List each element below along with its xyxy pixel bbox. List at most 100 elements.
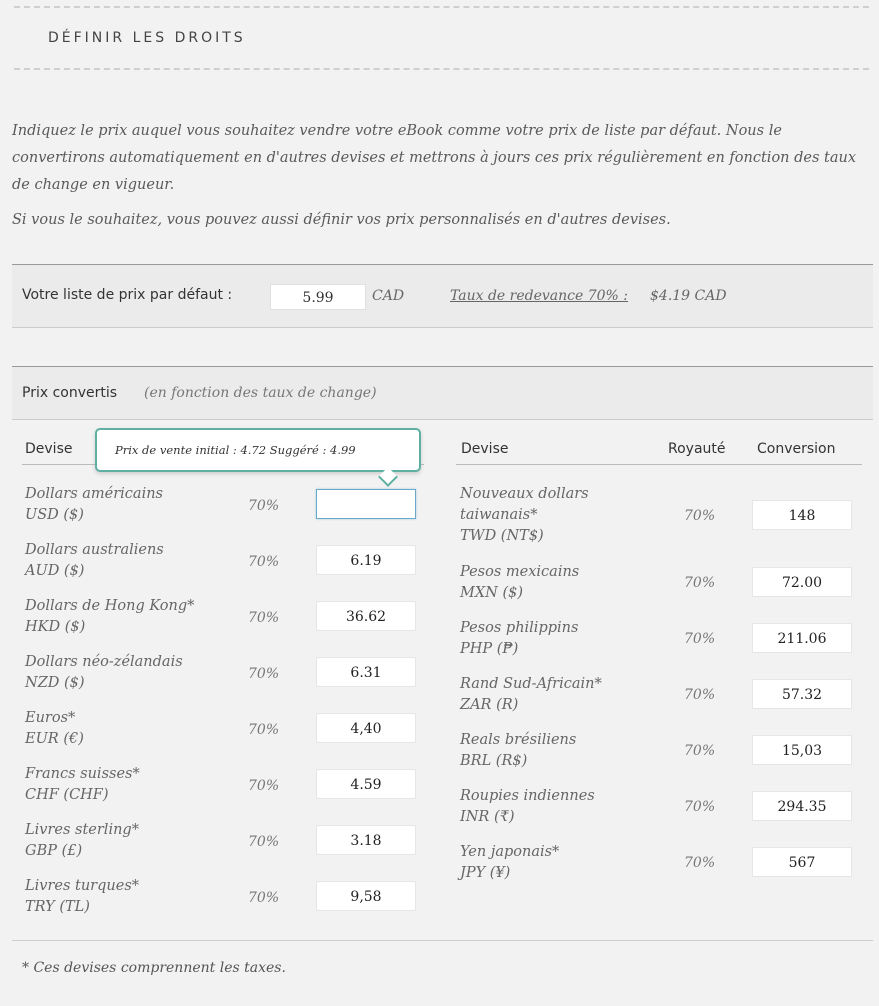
royalty-percent: 70% xyxy=(248,498,280,514)
currency-full-name: Nouveaux dollars xyxy=(460,486,589,502)
currency-full-name: Pesos mexicains xyxy=(460,564,580,580)
price-input-usd[interactable] xyxy=(316,489,416,519)
price-input-jpy[interactable]: 567 xyxy=(752,847,852,877)
royalty-percent: 70% xyxy=(684,743,716,759)
right-header-line xyxy=(456,464,862,465)
price-input-mxn[interactable]: 72.00 xyxy=(752,567,852,597)
section-title: DÉFINIR LES DROITS xyxy=(48,30,246,46)
currency-name: Livres sterling* GBP (£) xyxy=(25,820,139,862)
default-price-panel: Votre liste de prix par défaut : 5.99 CA… xyxy=(12,264,873,328)
currency-name: Reals brésiliens BRL (R$) xyxy=(460,730,576,772)
currency-code: HKD ($) xyxy=(25,619,86,635)
currency-name: Dollars américains USD ($) xyxy=(25,484,163,526)
currency-code: BRL (R$) xyxy=(460,753,528,769)
converted-prices-sublabel: (en fonction des taux de change) xyxy=(144,385,377,401)
currency-full-name: Pesos philippins xyxy=(460,620,579,636)
currency-name: Dollars de Hong Kong* HKD ($) xyxy=(25,596,194,638)
intro-paragraph: Indiquez le prix auquel vous souhaitez v… xyxy=(12,123,857,193)
royalty-percent: 70% xyxy=(248,666,280,682)
price-input-chf[interactable]: 4.59 xyxy=(316,769,416,799)
tooltip-arrow xyxy=(378,467,398,487)
royalty-percent: 70% xyxy=(684,687,716,703)
currency-name: Roupies indiennes INR (₹) xyxy=(460,786,595,828)
price-input-php[interactable]: 211.06 xyxy=(752,623,852,653)
currency-code: NZD ($) xyxy=(25,675,85,691)
currency-code: PHP (₱) xyxy=(460,641,519,657)
default-currency: CAD xyxy=(372,288,405,304)
price-input-eur[interactable]: 4,40 xyxy=(316,713,416,743)
currency-full-name: Rand Sud-Africain* xyxy=(460,676,602,692)
footer-divider xyxy=(12,940,873,941)
royalty-percent: 70% xyxy=(684,631,716,647)
title-divider xyxy=(14,68,869,70)
currency-name: Pesos philippins PHP (₱) xyxy=(460,618,578,660)
currency-code: AUD ($) xyxy=(25,563,85,579)
currency-full-name: Yen japonais* xyxy=(460,844,560,860)
royalty-percent: 70% xyxy=(248,834,280,850)
royalty-percent: 70% xyxy=(248,778,280,794)
currency-code: ZAR (R) xyxy=(460,697,519,713)
price-input-brl[interactable]: 15,03 xyxy=(752,735,852,765)
currency-code: USD ($) xyxy=(25,507,84,523)
currency-name: Nouveaux dollars taiwanais* TWD (NT$) xyxy=(460,484,589,547)
royalty-percent: 70% xyxy=(684,855,716,871)
currency-full-name: Euros* xyxy=(25,710,76,726)
price-input-aud[interactable]: 6.19 xyxy=(316,545,416,575)
currency-name: Pesos mexicains MXN ($) xyxy=(460,562,579,604)
royalty-percent: 70% xyxy=(248,554,280,570)
currency-full-name-2: taiwanais* xyxy=(460,507,538,523)
currency-name: Yen japonais* JPY (¥) xyxy=(460,842,559,884)
tax-footnote: * Ces devises comprennent les taxes. xyxy=(22,960,286,976)
currency-name: Livres turques* TRY (TL) xyxy=(25,876,139,918)
right-royalty-header: Royauté xyxy=(668,441,726,457)
currency-name: Rand Sud-Africain* ZAR (R) xyxy=(460,674,602,716)
currency-code: INR (₹) xyxy=(460,809,515,825)
currency-full-name: Dollars néo-zélandais xyxy=(25,654,183,670)
default-price-input[interactable]: 5.99 xyxy=(270,284,366,310)
currency-full-name: Livres sterling* xyxy=(25,822,139,838)
currency-code: MXN ($) xyxy=(460,585,524,601)
currency-name: Dollars australiens AUD ($) xyxy=(25,540,164,582)
suggested-price-tooltip: Prix de vente initial : 4.72 Suggéré : 4… xyxy=(95,428,421,487)
currency-code: TWD (NT$) xyxy=(460,528,544,544)
converted-prices-header: Prix convertis (en fonction des taux de … xyxy=(12,366,873,420)
royalty-percent: 70% xyxy=(248,610,280,626)
royalty-rate-link[interactable]: Taux de redevance 70% : xyxy=(450,288,628,304)
currency-code: TRY (TL) xyxy=(25,899,90,915)
royalty-percent: 70% xyxy=(248,890,280,906)
intro-paragraph-2: Si vous le souhaitez, vous pouvez aussi … xyxy=(12,212,671,228)
tooltip-text: Prix de vente initial : 4.72 Suggéré : 4… xyxy=(115,443,356,457)
currency-code: JPY (¥) xyxy=(460,865,511,881)
currency-code: EUR (€) xyxy=(25,731,84,747)
currency-code: CHF (CHF) xyxy=(25,787,109,803)
currency-full-name: Francs suisses* xyxy=(25,766,140,782)
currency-name: Francs suisses* CHF (CHF) xyxy=(25,764,140,806)
price-input-try[interactable]: 9,58 xyxy=(316,881,416,911)
currency-full-name: Dollars australiens xyxy=(25,542,164,558)
royalty-value: $4.19 CAD xyxy=(650,288,727,304)
currency-full-name: Reals brésiliens xyxy=(460,732,577,748)
royalty-percent: 70% xyxy=(684,799,716,815)
converted-prices-label: Prix convertis xyxy=(22,385,118,401)
price-input-inr[interactable]: 294.35 xyxy=(752,791,852,821)
default-price-label: Votre liste de prix par défaut : xyxy=(22,287,233,303)
currency-name: Euros* EUR (€) xyxy=(25,708,84,750)
right-conversion-header: Conversion xyxy=(757,441,836,457)
currency-full-name: Livres turques* xyxy=(25,878,140,894)
price-input-twd[interactable]: 148 xyxy=(752,500,852,530)
currency-full-name: Dollars de Hong Kong* xyxy=(25,598,195,614)
currency-name: Dollars néo-zélandais NZD ($) xyxy=(25,652,183,694)
royalty-percent: 70% xyxy=(248,722,280,738)
currency-full-name: Roupies indiennes xyxy=(460,788,595,804)
left-currency-header: Devise xyxy=(25,441,73,457)
top-divider xyxy=(14,6,869,8)
currency-full-name: Dollars américains xyxy=(25,486,163,502)
right-currency-header: Devise xyxy=(461,441,509,457)
royalty-percent: 70% xyxy=(684,508,716,524)
price-input-hkd[interactable]: 36.62 xyxy=(316,601,416,631)
currency-code: GBP (£) xyxy=(25,843,83,859)
price-input-zar[interactable]: 57.32 xyxy=(752,679,852,709)
price-input-gbp[interactable]: 3.18 xyxy=(316,825,416,855)
royalty-percent: 70% xyxy=(684,575,716,591)
price-input-nzd[interactable]: 6.31 xyxy=(316,657,416,687)
